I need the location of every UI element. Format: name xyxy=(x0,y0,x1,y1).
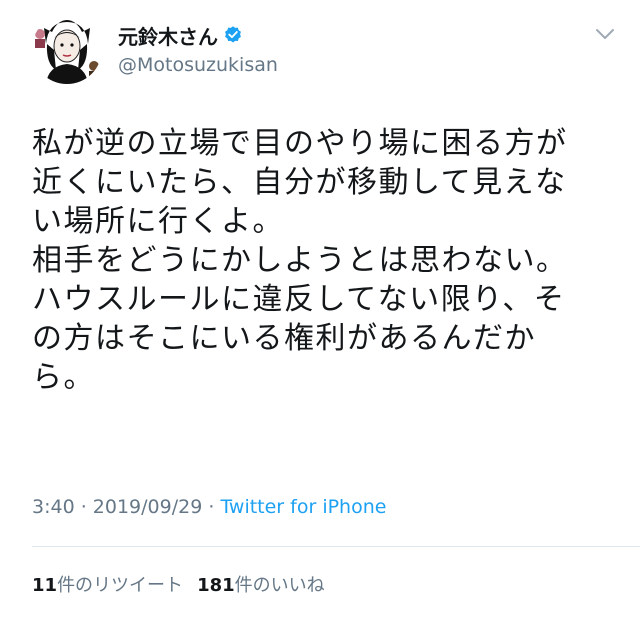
retweet-stat[interactable]: 11件のリツイート xyxy=(32,575,183,596)
tweet-meta: 3:40 · 2019/09/29 · Twitter for iPhone xyxy=(32,496,386,518)
like-count: 181 xyxy=(197,575,235,596)
tweet-stats: 11件のリツイート 181件のいいね xyxy=(32,571,325,597)
tweet-header: 元鈴木さん @Motosuzukisan xyxy=(32,10,622,90)
like-label: 件のいいね xyxy=(234,575,325,596)
meta-separator: · xyxy=(202,496,221,518)
avatar-illustration xyxy=(32,14,102,84)
tweet-text-line: の方はそこにいる権利があるんだか xyxy=(32,321,536,356)
divider xyxy=(32,546,640,547)
chevron-down-icon[interactable] xyxy=(594,26,616,42)
tweet-text-line: 相手をどうにかしようとは思わない。 xyxy=(32,243,568,278)
author-names: 元鈴木さん @Motosuzukisan xyxy=(118,21,278,77)
retweet-count: 11 xyxy=(32,575,58,596)
meta-separator: · xyxy=(74,496,93,518)
tweet-text-line: い場所に行くよ。 xyxy=(32,204,284,239)
tweet-text-line: ら。 xyxy=(32,360,95,395)
display-name[interactable]: 元鈴木さん xyxy=(118,21,218,50)
tweet-text: 私が逆の立場で目のやり場に困る方が 近くにいたら、自分が移動して見えな い場所に… xyxy=(32,124,612,397)
handle[interactable]: @Motosuzukisan xyxy=(118,54,278,76)
tweet-time[interactable]: 3:40 xyxy=(32,496,75,518)
retweet-label: 件のリツイート xyxy=(57,575,184,596)
tweet-text-line: 私が逆の立場で目のやり場に困る方が xyxy=(32,126,568,161)
tweet-date[interactable]: 2019/09/29 xyxy=(93,496,203,518)
avatar[interactable] xyxy=(32,14,102,84)
like-stat[interactable]: 181件のいいね xyxy=(197,575,325,596)
verified-badge-icon xyxy=(225,26,241,43)
tweet-source-link[interactable]: Twitter for iPhone xyxy=(220,496,386,518)
tweet-text-line: 近くにいたら、自分が移動して見えな xyxy=(32,165,567,200)
tweet-text-line: ハウスルールに違反してない限り、そ xyxy=(32,282,566,317)
display-name-row: 元鈴木さん xyxy=(118,21,278,50)
